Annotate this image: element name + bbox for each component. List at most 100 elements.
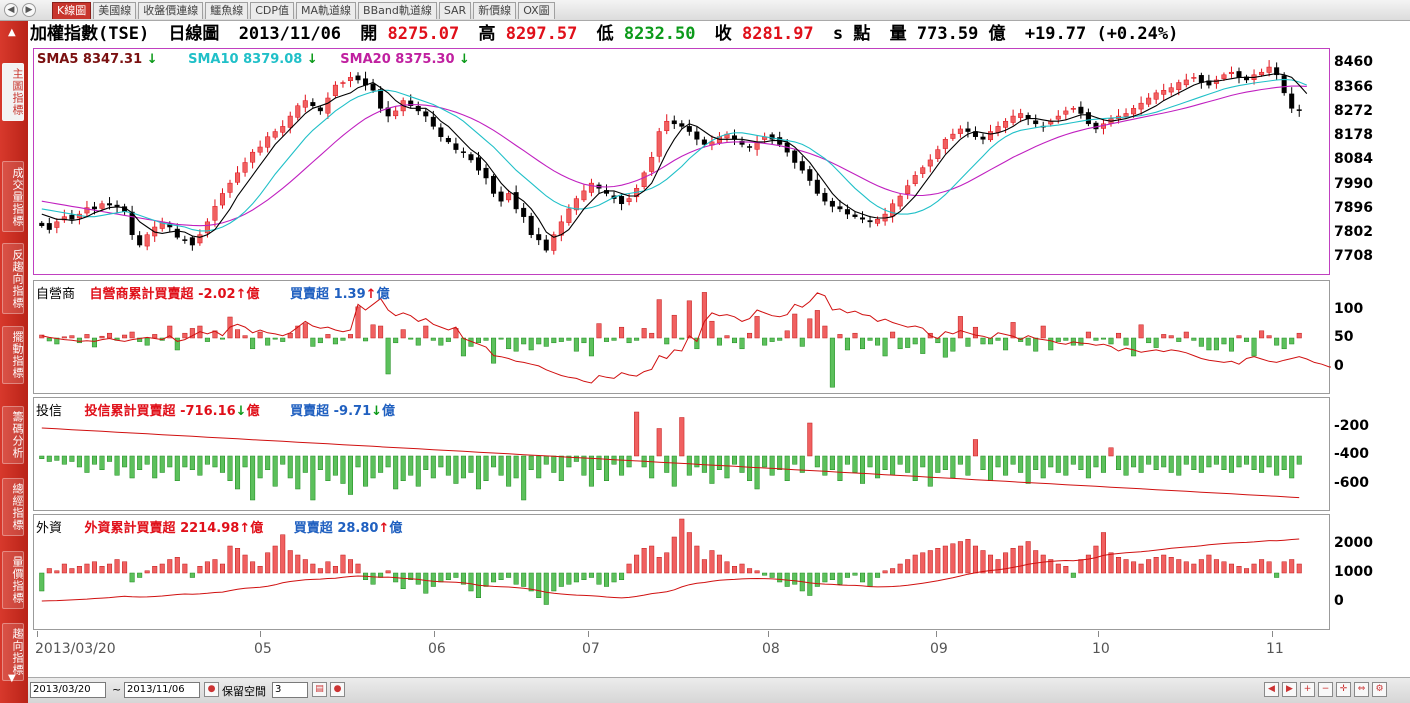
dealer-bar [1244, 337, 1250, 342]
foreign-bar [340, 554, 346, 574]
trust-bar [1228, 455, 1234, 473]
dealer-bar [1025, 337, 1031, 346]
sidebar-item-6[interactable]: 量價指標 [2, 551, 24, 609]
sma5-line [41, 72, 1308, 238]
candle-body [521, 207, 527, 217]
candle-body [897, 195, 903, 207]
sidebar-item-3[interactable]: 擺動指標 [2, 326, 24, 384]
price-tick-label: 7708 [1334, 248, 1373, 265]
foreign-bar [1191, 563, 1197, 574]
tab-7[interactable]: SAR [438, 2, 472, 19]
candle-body [491, 175, 497, 194]
sidebar-item-2[interactable]: 反趨向指標 [2, 243, 24, 314]
dealer-bar [920, 337, 926, 354]
price-tick-label: 7990 [1334, 175, 1373, 192]
foreign-bar [91, 561, 97, 574]
tab-6[interactable]: BBand軌道線 [358, 2, 437, 19]
candle-body [355, 75, 361, 81]
foreign-bar [528, 572, 534, 592]
dealer-bar [483, 337, 489, 341]
trust-bar [453, 455, 459, 484]
scroll-left-button[interactable]: ◀ [4, 3, 18, 17]
tab-1[interactable]: 美國線 [93, 2, 137, 19]
foreign-bar [905, 559, 911, 574]
candle-body [626, 198, 632, 202]
dealer-bar [408, 337, 414, 340]
trust-panel[interactable]: 投信 投信累計買賣超 -716.16↓億 買賣超 -9.71↓億 [33, 397, 1330, 511]
foreign-bar [957, 541, 963, 574]
tab-0[interactable]: K線圖 [52, 2, 92, 19]
reserve-input[interactable]: 3 [272, 682, 308, 698]
grid-settings-icon[interactable]: ▤ [312, 682, 327, 697]
scroll-left-icon[interactable]: ◀ [1264, 682, 1279, 697]
foreign-bar [400, 572, 406, 589]
crosshair-icon[interactable]: ✛ [1336, 682, 1351, 697]
end-date-select[interactable]: 2013/11/06 [124, 682, 200, 698]
dealer-bar [882, 337, 888, 357]
change-value: +19.77 (+0.24%) [1024, 24, 1179, 44]
sidebar-item-4[interactable]: 籌碼分析 [2, 406, 24, 464]
trust-bar [905, 455, 911, 473]
dealer-bar [890, 331, 896, 339]
dealer-bar [807, 318, 813, 339]
fit-icon[interactable]: ⇔ [1354, 682, 1369, 697]
candle-body [250, 151, 256, 163]
dealer-panel[interactable]: 自營商 自營商累計買賣超 -2.02↑億 買賣超 1.39↑億 [33, 280, 1352, 394]
candle-body [807, 169, 813, 181]
foreign-bar [1033, 550, 1039, 574]
foreign-bar [114, 559, 120, 574]
trust-bar [739, 455, 745, 473]
candle-body [1131, 108, 1137, 115]
apply-date-icon[interactable]: ● [204, 682, 219, 697]
tab-3[interactable]: 鱷魚線 [205, 2, 249, 19]
dealer-bar [430, 337, 436, 341]
sma-legend: SMA5 8347.31 ↓ SMA10 8379.08 ↓ SMA20 837… [37, 52, 470, 67]
tab-2[interactable]: 收盤價連線 [138, 2, 204, 19]
dealer-net-value: 1.39 [333, 287, 366, 302]
dealer-bar [619, 326, 625, 339]
candle-body [1018, 113, 1024, 118]
price-chart-panel[interactable]: SMA5 8347.31 ↓ SMA10 8379.08 ↓ SMA20 837… [33, 48, 1330, 275]
trust-bar [475, 455, 482, 490]
candle-body [1266, 66, 1272, 73]
foreign-panel[interactable]: 外資 外資累計買賣超 2214.98↑億 買賣超 28.80↑億 [33, 514, 1330, 630]
foreign-bar [1289, 559, 1295, 574]
dealer-bar [905, 337, 911, 348]
zoom-out-icon[interactable]: − [1318, 682, 1333, 697]
foreign-bar [423, 572, 429, 594]
tab-9[interactable]: OX圖 [518, 2, 555, 19]
foreign-legend: 外資 外資累計買賣超 2214.98↑億 買賣超 28.80↑億 [36, 517, 402, 536]
sidebar-item-0[interactable]: 主圖指標 [2, 63, 24, 121]
foreign-bar [227, 545, 233, 574]
chart-app-window: { "tabs": [ {"label": "K線圖", "active": t… [0, 0, 1410, 703]
sidebar-down-arrow-icon[interactable]: ▼ [8, 673, 16, 684]
trust-bar [468, 455, 474, 473]
sidebar-up-arrow-icon[interactable]: ▲ [8, 27, 16, 38]
dealer-bar [280, 337, 286, 342]
high-value: 8297.57 [505, 24, 578, 44]
trust-title: 投信 [36, 404, 63, 419]
apply-reserve-icon[interactable]: ● [330, 682, 345, 697]
sidebar-item-1[interactable]: 成交量指標 [2, 161, 24, 232]
candle-body [694, 131, 700, 140]
zoom-in-icon[interactable]: + [1300, 682, 1315, 697]
trust-bar [1146, 455, 1152, 465]
foreign-bar [927, 550, 933, 574]
trust-bar [1183, 455, 1189, 465]
candle-body [1033, 120, 1039, 125]
sidebar-item-5[interactable]: 總經指標 [2, 478, 24, 536]
trust-bar [167, 455, 173, 468]
trust-bar [1048, 455, 1054, 468]
foreign-bar [829, 572, 835, 580]
trust-bar [679, 417, 685, 457]
scroll-right-button[interactable]: ▶ [22, 3, 36, 17]
tab-4[interactable]: CDP值 [250, 2, 295, 19]
tab-5[interactable]: MA軌道線 [296, 2, 357, 19]
tab-8[interactable]: 新價線 [473, 2, 517, 19]
settings-icon[interactable]: ⚙ [1372, 682, 1387, 697]
start-date-select[interactable]: 2013/03/20 [30, 682, 106, 698]
date-axis-tick [1272, 631, 1273, 637]
dealer-bar [581, 337, 587, 344]
scroll-right-icon[interactable]: ▶ [1282, 682, 1297, 697]
dealer-bar [701, 292, 707, 339]
